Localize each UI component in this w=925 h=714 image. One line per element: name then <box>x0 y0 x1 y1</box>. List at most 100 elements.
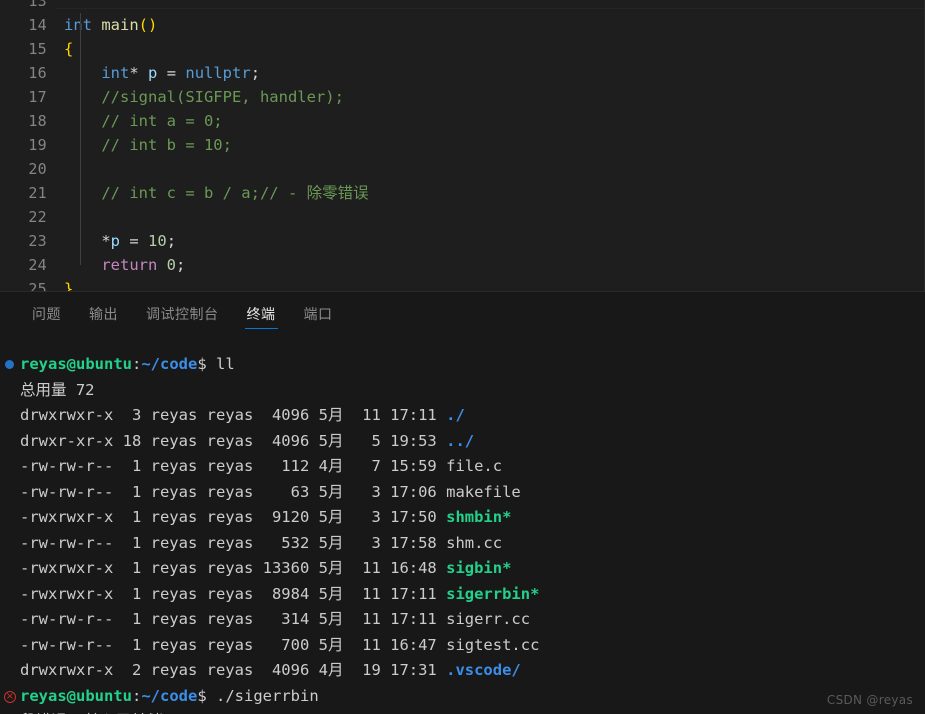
terminal-text: -rw-rw-r-- 1 reyas reyas 700 5月 11 16:47 <box>20 635 447 654</box>
terminal-output-line: -rwxrwxr-x 1 reyas reyas 13360 5月 11 16:… <box>0 556 925 582</box>
code-line[interactable]: 22 <box>0 205 925 229</box>
line-number: 13 <box>28 0 47 10</box>
code-line[interactable]: 14 int main() <box>0 13 925 37</box>
panel-tab-3[interactable]: 调试控制台 <box>132 292 233 336</box>
code-token: ; <box>166 232 177 250</box>
code-line-text: *p = 10; <box>56 229 176 253</box>
code-token: 10 <box>148 232 167 250</box>
line-number: 21 <box>28 184 47 202</box>
terminal-text: -rw-rw-r-- 1 reyas reyas 532 5月 3 17:58 <box>20 533 447 552</box>
panel-tab-5[interactable]: 端口 <box>290 292 347 336</box>
terminal-text: * <box>502 508 512 526</box>
terminal-text: -rwxrwxr-x 1 reyas reyas 8984 5月 11 17:1… <box>20 584 447 603</box>
prompt-user-host: reyas@ubuntu <box>20 355 132 373</box>
code-token: ) <box>148 16 158 34</box>
command-error-icon: × <box>4 690 16 703</box>
terminal-text: makefile <box>446 482 521 501</box>
terminal-text: ./ <box>446 406 465 424</box>
prompt-path: ~/code <box>141 686 198 705</box>
code-line[interactable]: 20 <box>0 157 925 181</box>
code-token: ; <box>176 256 186 274</box>
terminal-prompt-line: reyas@ubuntu:~/code$ ll <box>0 352 925 378</box>
watermark: CSDN @reyas <box>826 693 913 707</box>
terminal-text: sigbin <box>446 559 503 577</box>
code-line-text: // int b = 10; <box>56 133 232 157</box>
terminal-text: -rwxrwxr-x 1 reyas reyas 9120 5月 3 17:50 <box>20 508 447 526</box>
terminal-output[interactable]: reyas@ubuntu:~/code$ ll 总用量 72 drwxrwxr-x … <box>0 336 925 714</box>
code-line[interactable]: 16 int* p = nullptr; <box>0 61 925 85</box>
prompt-user-host: reyas@ubuntu <box>20 686 132 705</box>
terminal-output-line: -rw-rw-r-- 1 reyas reyas 63 5月 3 17:06 m… <box>0 480 925 506</box>
code-line[interactable]: 25} <box>0 277 925 291</box>
code-editor[interactable]: 13 14 int main() 15{16 int* p = nullptr; 17 … <box>0 0 925 291</box>
terminal-output-line: 总用量 72 <box>0 378 925 404</box>
code-line[interactable]: 17 //signal(SIGFPE, handler); <box>0 85 925 109</box>
code-line[interactable]: 21 // int c = b / a;// - 除零错误 <box>0 181 925 205</box>
code-token: p <box>110 232 121 250</box>
terminal-output-line: -rwxrwxr-x 1 reyas reyas 9120 5月 3 17:50… <box>0 505 925 531</box>
code-line-text: { <box>56 37 73 61</box>
prompt-dollar: $ <box>197 686 207 705</box>
terminal-output-line: drwxr-xr-x 18 reyas reyas 4096 5月 5 19:5… <box>0 429 925 455</box>
command-success-icon <box>5 360 14 369</box>
line-number: 25 <box>28 280 47 291</box>
terminal-text: shmbin <box>446 508 503 526</box>
code-token: // int b = 10; <box>101 136 232 154</box>
terminal-output-line: drwxrwxr-x 2 reyas reyas 4096 4月 19 17:3… <box>0 658 925 684</box>
prompt-path: ~/code <box>141 355 198 373</box>
code-token: * <box>129 64 139 82</box>
terminal-text: sigerrbin <box>446 584 531 603</box>
terminal-command: ./sigerrbin <box>206 686 319 705</box>
code-line[interactable]: 18 // int a = 0; <box>0 109 925 133</box>
code-token: // int c = b / a;// - 除零错误 <box>101 184 369 202</box>
panel-tab-4[interactable]: 终端 <box>233 292 290 336</box>
prompt-dollar: $ <box>197 355 207 373</box>
terminal-output-line: -rw-rw-r-- 1 reyas reyas 532 5月 3 17:58 … <box>0 531 925 557</box>
code-token: // int a = 0; <box>101 112 223 130</box>
line-number: 14 <box>28 16 47 34</box>
terminal-text: * <box>530 584 540 603</box>
terminal-text: * <box>502 559 512 577</box>
terminal-prompt-line: × reyas@ubuntu:~/code$ ./sigerrbin <box>0 684 925 710</box>
code-line[interactable]: 19 // int b = 10; <box>0 133 925 157</box>
prompt-separator: : <box>131 686 142 705</box>
code-token: ( <box>138 16 149 34</box>
editor-line-list: 13 14 int main() 15{16 int* p = nullptr; 17 … <box>0 0 925 291</box>
line-number: 23 <box>28 232 47 250</box>
terminal-output-line: -rwxrwxr-x 1 reyas reyas 8984 5月 11 17:1… <box>0 582 925 608</box>
indent-guide <box>80 13 81 265</box>
panel-tab-1[interactable]: 问题 <box>18 292 75 336</box>
code-token: p <box>148 64 158 82</box>
panel-tab-label: 问题 <box>32 307 61 323</box>
terminal-output-line: drwxrwxr-x 3 reyas reyas 4096 5月 11 17:1… <box>0 403 925 429</box>
line-number: 17 <box>28 88 47 106</box>
code-line[interactable]: 24 return 0; <box>0 253 925 277</box>
terminal-command: ll <box>206 355 235 373</box>
code-token: return <box>101 256 158 274</box>
terminal-text: drwxrwxr-x 3 reyas reyas 4096 5月 11 17:1… <box>20 406 447 424</box>
code-line-text: int* p = nullptr; <box>56 61 260 85</box>
code-line[interactable]: 13 <box>0 0 925 13</box>
code-token: * <box>101 232 111 250</box>
terminal-text: drwxrwxr-x 2 reyas reyas 4096 4月 19 17:3… <box>20 661 447 679</box>
terminal-output-line: 段错误 (核心已转储) <box>0 709 925 714</box>
code-line[interactable]: 23 *p = 10; <box>0 229 925 253</box>
code-line-text: int main() <box>56 13 157 37</box>
code-line-text: return 0; <box>56 253 185 277</box>
terminal-text: -rwxrwxr-x 1 reyas reyas 13360 5月 11 16:… <box>20 559 447 577</box>
panel-tab-2[interactable]: 输出 <box>75 292 132 336</box>
terminal-text: file.c <box>446 457 503 475</box>
code-token: int <box>64 16 92 34</box>
code-token: //signal(SIGFPE, handler); <box>101 88 344 106</box>
code-line[interactable]: 15 { <box>0 37 925 61</box>
panel-tab-label: 调试控制台 <box>146 307 219 323</box>
terminal-text: sigtest.cc <box>446 635 540 654</box>
